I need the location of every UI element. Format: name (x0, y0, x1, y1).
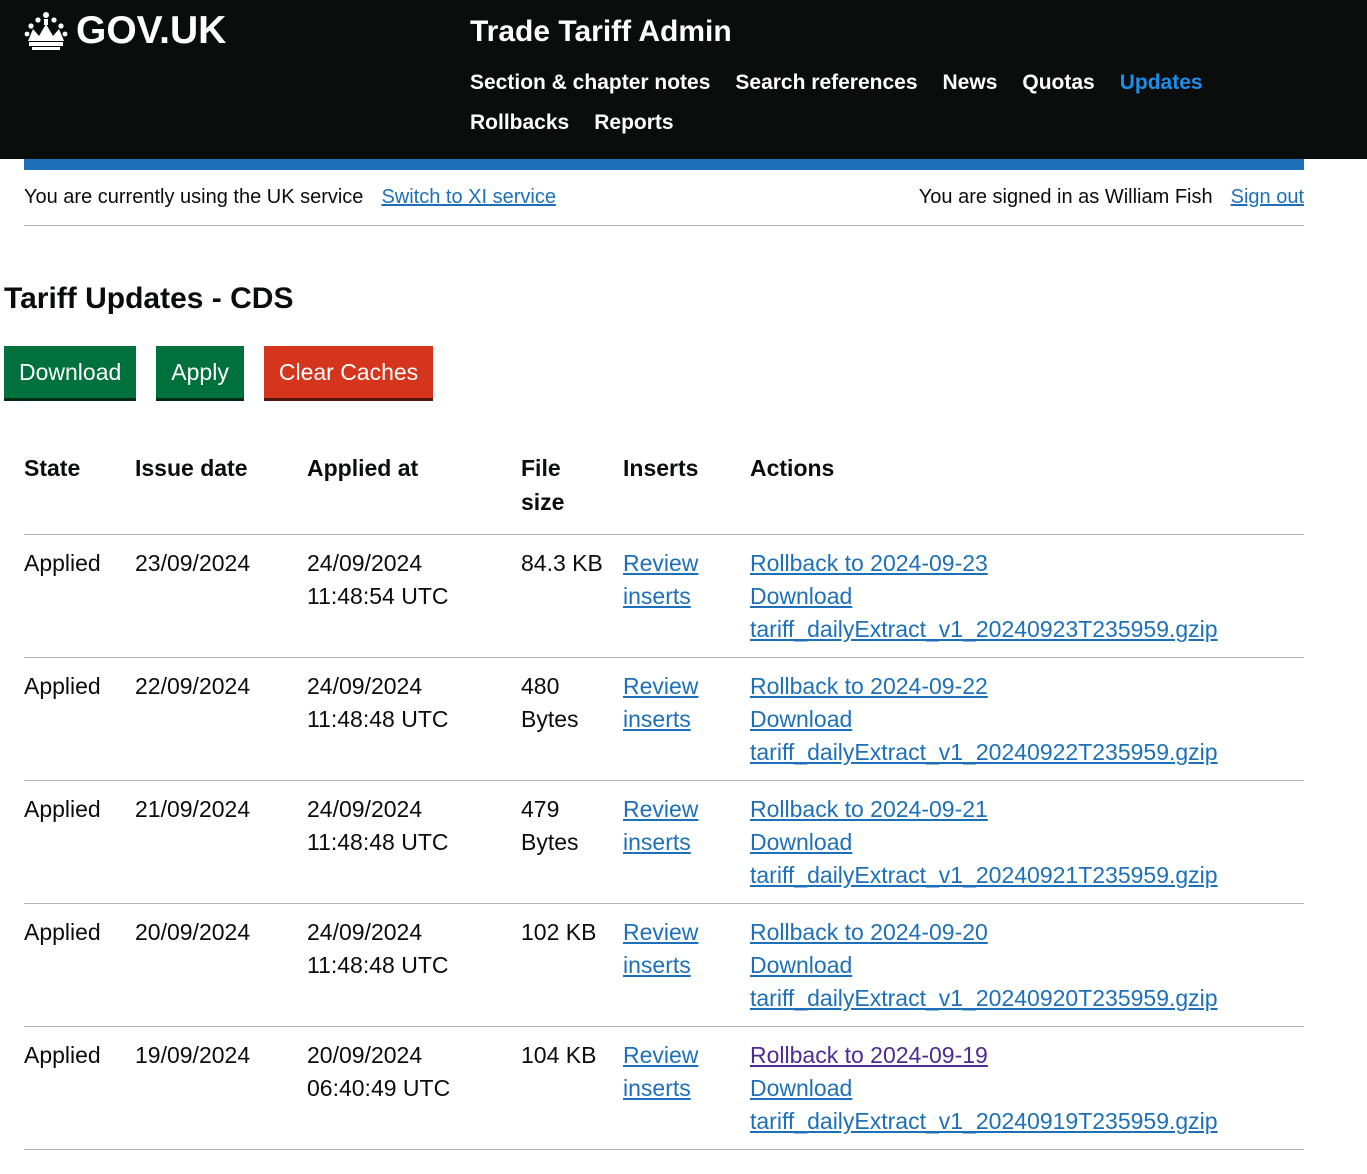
cell-state: Applied (24, 1026, 135, 1150)
nav-item-news[interactable]: News (943, 69, 998, 97)
cell-file-size: 102 KB (521, 903, 623, 1027)
page-title: Tariff Updates - CDS (4, 282, 294, 315)
cell-applied-at: 24/09/2024 11:48:48 UTC (307, 903, 521, 1027)
rollback-link[interactable]: Rollback to 2024-09-19 (750, 1039, 1284, 1072)
govuk-logo-link[interactable]: GOV.UK (24, 8, 226, 54)
cell-state: Applied (24, 780, 135, 904)
main-nav: Section & chapter notes Search reference… (470, 69, 1230, 137)
review-inserts-link[interactable]: Review inserts (623, 547, 730, 613)
column-header-applied-at: Applied at (307, 448, 521, 535)
clear-caches-button[interactable]: Clear Caches (263, 346, 434, 398)
nav-item-rollbacks[interactable]: Rollbacks (470, 109, 569, 137)
cell-issue-date: 23/09/2024 (135, 534, 307, 658)
table-row: Applied 21/09/2024 24/09/2024 11:48:48 U… (24, 780, 1304, 904)
table-row: Applied 19/09/2024 20/09/2024 06:40:49 U… (24, 1026, 1304, 1150)
download-button[interactable]: Download (4, 346, 137, 398)
review-inserts-link[interactable]: Review inserts (623, 793, 730, 859)
table-header-row: State Issue date Applied at File size In… (24, 448, 1304, 535)
download-file-link[interactable]: Download tariff_dailyExtract_v1_20240919… (750, 1072, 1284, 1138)
table-row: Applied 23/09/2024 24/09/2024 11:48:54 U… (24, 534, 1304, 658)
review-inserts-link[interactable]: Review inserts (623, 916, 730, 982)
cell-applied-at: 24/09/2024 11:48:48 UTC (307, 657, 521, 781)
service-bar: You are currently using the UK service S… (24, 183, 1304, 226)
download-file-link[interactable]: Download tariff_dailyExtract_v1_20240922… (750, 703, 1284, 769)
table-row: Applied 22/09/2024 24/09/2024 11:48:48 U… (24, 657, 1304, 781)
column-header-file-size: File size (521, 448, 623, 535)
logo-text: GOV.UK (76, 9, 227, 52)
nav-item-search-references[interactable]: Search references (735, 69, 917, 97)
rollback-link[interactable]: Rollback to 2024-09-22 (750, 670, 1284, 703)
cell-file-size: 104 KB (521, 1026, 623, 1150)
column-header-actions: Actions (750, 448, 1304, 535)
nav-item-updates[interactable]: Updates (1120, 69, 1203, 97)
cell-issue-date: 19/09/2024 (135, 1026, 307, 1150)
nav-item-quotas[interactable]: Quotas (1022, 69, 1094, 97)
action-buttons: Download Apply Clear Caches (4, 346, 453, 398)
switch-service-link[interactable]: Switch to XI service (381, 183, 556, 211)
crown-icon (24, 12, 68, 50)
sign-out-link[interactable]: Sign out (1231, 183, 1304, 211)
cell-state: Applied (24, 657, 135, 781)
apply-button[interactable]: Apply (156, 346, 244, 398)
cell-applied-at: 24/09/2024 11:48:54 UTC (307, 534, 521, 658)
cell-issue-date: 20/09/2024 (135, 903, 307, 1027)
rollback-link[interactable]: Rollback to 2024-09-23 (750, 547, 1284, 580)
current-service-text: You are currently using the UK service (24, 186, 364, 208)
nav-item-section-chapter-notes[interactable]: Section & chapter notes (470, 69, 710, 97)
rollback-link[interactable]: Rollback to 2024-09-21 (750, 793, 1284, 826)
column-header-inserts: Inserts (623, 448, 750, 535)
signed-in-text: You are signed in as William Fish (918, 186, 1213, 208)
cell-issue-date: 22/09/2024 (135, 657, 307, 781)
download-file-link[interactable]: Download tariff_dailyExtract_v1_20240921… (750, 826, 1284, 892)
header-blue-bar (24, 159, 1304, 170)
cell-state: Applied (24, 903, 135, 1027)
cell-applied-at: 20/09/2024 06:40:49 UTC (307, 1026, 521, 1150)
column-header-state: State (24, 448, 135, 535)
download-file-link[interactable]: Download tariff_dailyExtract_v1_20240923… (750, 580, 1284, 646)
cell-state: Applied (24, 534, 135, 658)
cell-applied-at: 24/09/2024 11:48:48 UTC (307, 780, 521, 904)
nav-item-reports[interactable]: Reports (594, 109, 673, 137)
review-inserts-link[interactable]: Review inserts (623, 670, 730, 736)
cell-file-size: 84.3 KB (521, 534, 623, 658)
column-header-issue-date: Issue date (135, 448, 307, 535)
cell-issue-date: 21/09/2024 (135, 780, 307, 904)
download-file-link[interactable]: Download tariff_dailyExtract_v1_20240920… (750, 949, 1284, 1015)
updates-table: State Issue date Applied at File size In… (24, 448, 1304, 1150)
cell-file-size: 480 Bytes (521, 657, 623, 781)
cell-file-size: 479 Bytes (521, 780, 623, 904)
table-row: Applied 20/09/2024 24/09/2024 11:48:48 U… (24, 903, 1304, 1027)
service-name-link[interactable]: Trade Tariff Admin (470, 14, 732, 50)
site-header: GOV.UK Trade Tariff Admin Section & chap… (0, 0, 1367, 159)
review-inserts-link[interactable]: Review inserts (623, 1039, 730, 1105)
rollback-link[interactable]: Rollback to 2024-09-20 (750, 916, 1284, 949)
